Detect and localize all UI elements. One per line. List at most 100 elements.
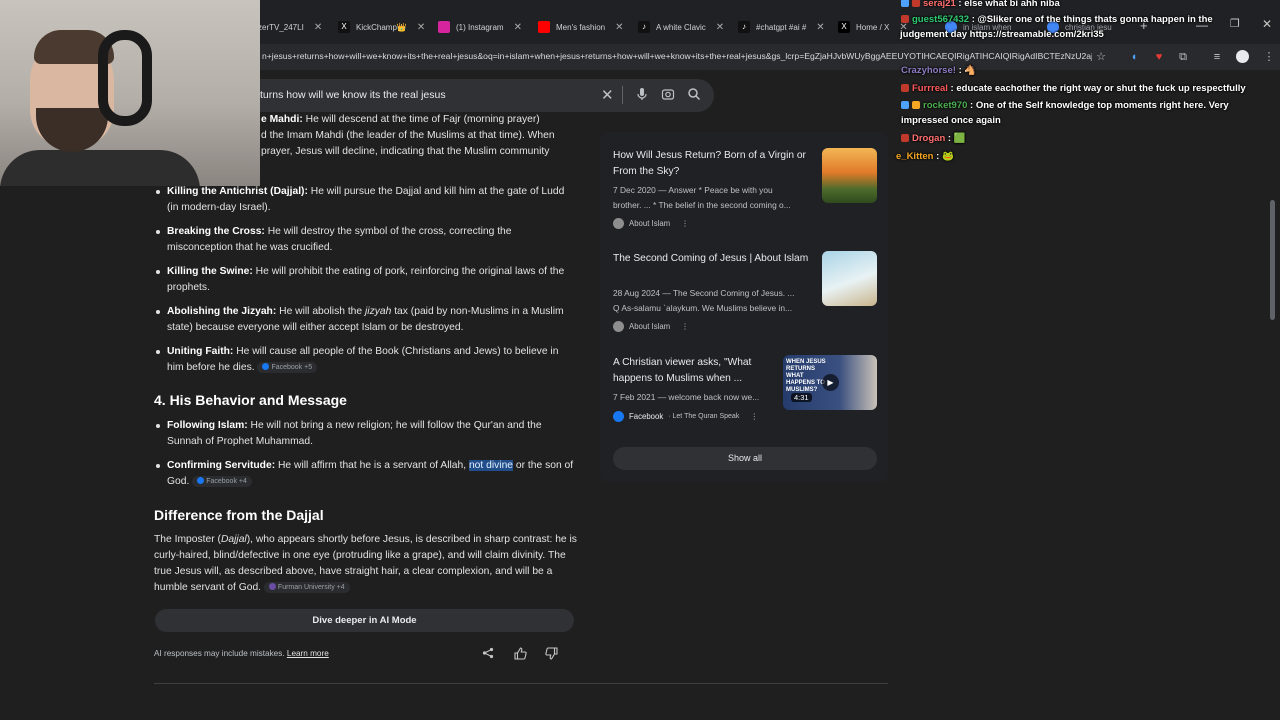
x-favicon-icon: X	[838, 21, 850, 33]
tab-label: KickChamp👑	[356, 22, 407, 32]
badge-icon	[912, 0, 920, 8]
browser-tab[interactable]: ♪ #chatgpt #ai # ✕	[728, 15, 828, 39]
play-icon[interactable]: ▶	[822, 374, 839, 391]
card-source: About Islam ⋮	[613, 218, 689, 229]
chat-username: Crazyhorse!	[901, 65, 956, 76]
badge-icon	[901, 0, 909, 8]
bold-label: Killing the Antichrist (Dajjal):	[167, 186, 308, 197]
chat-overlay: seraj21 : else what bi ahh niba guest567…	[896, 0, 1280, 200]
card-snippet: Q As-salamu `alaykum. We Muslims believe…	[613, 303, 793, 313]
browser-tab[interactable]: ♪ A white Clavic ✕	[628, 15, 728, 39]
page-scrollbar[interactable]	[1270, 200, 1275, 320]
source-chip[interactable]: Facebook +4	[192, 475, 252, 487]
youtube-favicon-icon	[538, 21, 550, 33]
facebook-icon	[197, 477, 205, 485]
source-name: About Islam	[629, 322, 671, 331]
card-thumbnail[interactable]	[822, 148, 877, 203]
close-tab-icon[interactable]: ✕	[615, 22, 623, 33]
clear-search-icon[interactable]: ✕	[601, 86, 614, 104]
tiktok-favicon-icon: ♪	[738, 21, 750, 33]
close-tab-icon[interactable]: ✕	[417, 22, 425, 33]
bullet	[156, 230, 160, 234]
close-tab-icon[interactable]: ✕	[816, 22, 824, 33]
chat-text: One of the Self knowledge top moments ri…	[975, 100, 1229, 111]
card-title[interactable]: A Christian viewer asks, "What happens t…	[613, 355, 773, 387]
chat-message-continued: judgement day https://streamable.com/2kr…	[900, 27, 1104, 42]
university-icon	[268, 583, 276, 591]
chat-text: else what bi ahh niba	[964, 0, 1060, 9]
card-source: About Islam ⋮	[613, 321, 689, 332]
tab-label: Men's fashion	[556, 22, 606, 32]
chat-message: seraj21 : else what bi ahh niba	[901, 0, 1060, 11]
share-icon[interactable]	[482, 647, 494, 662]
search-input[interactable]: turns how will we know its the real jesu…	[260, 89, 446, 101]
section-heading: Difference from the Dajjal	[154, 507, 324, 523]
more-options-icon[interactable]: ⋮	[681, 322, 689, 331]
emote-icon: 🐴	[964, 65, 977, 76]
show-all-button[interactable]: Show all	[613, 447, 877, 470]
chat-username: seraj21	[923, 0, 956, 9]
browser-tab[interactable]: Men's fashion ✕	[528, 15, 628, 39]
emote-icon: 🐸	[941, 151, 954, 162]
text: He will descend at the time of Fajr (mor…	[302, 114, 540, 125]
bullet	[156, 190, 160, 194]
more-options-icon[interactable]: ⋮	[750, 412, 758, 421]
badge-icon	[901, 134, 909, 143]
card-date: 7 Feb 2021 — welcome back now we...	[613, 392, 760, 402]
divider	[154, 683, 888, 684]
divider	[622, 86, 623, 104]
tab-label: #chatgpt #ai #	[756, 22, 807, 32]
about-islam-favicon-icon	[613, 218, 624, 229]
video-duration: 4:31	[791, 393, 812, 402]
source-name: Facebook	[629, 412, 664, 421]
browser-tab[interactable]: (1) Instagram ✕	[428, 15, 528, 39]
instagram-favicon-icon	[438, 21, 450, 33]
tab-label: Home / X	[856, 22, 890, 32]
chat-username: guest567432	[912, 14, 970, 25]
learn-more-link[interactable]: Learn more	[287, 649, 329, 658]
video-thumbnail[interactable]: WHEN JESUS RETURNS WHAT HAPPENS TO MUSLI…	[783, 355, 877, 410]
paragraph: The Imposter (Dajjal), who appears short…	[154, 532, 578, 596]
source-chip[interactable]: Facebook +5	[257, 361, 318, 373]
chat-message: e_Kitten : 🐸	[896, 151, 954, 162]
emote-icon: 🟩	[953, 133, 966, 144]
close-tab-icon[interactable]: ✕	[514, 22, 522, 33]
source-label: Facebook +5	[271, 363, 313, 371]
selected-text[interactable]: not divine	[468, 460, 514, 471]
thumbs-up-icon[interactable]	[514, 647, 527, 663]
paragraph-fragment: prayer, Jesus will decline, indicating t…	[261, 146, 550, 157]
bold-label: Killing the Swine:	[167, 266, 253, 277]
browser-tab[interactable]: zerTV_247LI ✕	[248, 15, 330, 39]
thumbs-down-icon[interactable]	[545, 647, 558, 663]
about-islam-favicon-icon	[613, 321, 624, 332]
search-box[interactable]: turns how will we know its the real jesu…	[240, 79, 714, 112]
tiktok-favicon-icon: ♪	[638, 21, 650, 33]
text: He will affirm that he is a servant of A…	[275, 460, 469, 471]
chat-text: impressed once again	[901, 115, 1001, 126]
source-chip[interactable]: Furman University +4	[263, 581, 350, 593]
lens-camera-icon[interactable]	[660, 87, 676, 103]
card-title[interactable]: How Will Jesus Return? Born of a Virgin …	[613, 148, 818, 180]
more-options-icon[interactable]: ⋮	[681, 219, 689, 228]
bullet	[156, 350, 160, 354]
bold-label: Following Islam:	[167, 420, 248, 431]
webcam-headphones	[98, 30, 152, 126]
card-title[interactable]: The Second Coming of Jesus | About Islam	[613, 251, 818, 267]
card-thumbnail[interactable]	[822, 251, 877, 306]
close-tab-icon[interactable]: ✕	[716, 22, 724, 33]
close-tab-icon[interactable]: ✕	[314, 22, 322, 33]
facebook-icon	[262, 363, 270, 371]
disclaimer-text: AI responses may include mistakes.	[154, 649, 285, 658]
badge-icon	[912, 101, 920, 110]
chat-message: guest567432 : @Sliker one of the things …	[901, 12, 1213, 27]
browser-tab[interactable]: X KickChamp👑 ✕	[328, 15, 428, 39]
microphone-icon[interactable]	[634, 87, 650, 103]
text: The Imposter (	[154, 534, 221, 545]
chat-username: Furrreal	[912, 83, 948, 94]
tab-label: (1) Instagram	[456, 22, 504, 32]
card-snippet: brother. ... * The belief in the second …	[613, 200, 791, 210]
source-subname: · Let The Quran Speak	[668, 413, 740, 420]
search-icon[interactable]	[686, 87, 702, 103]
dive-deeper-button[interactable]: Dive deeper in AI Mode	[155, 609, 574, 632]
tab-label: zerTV_247LI	[258, 22, 304, 32]
